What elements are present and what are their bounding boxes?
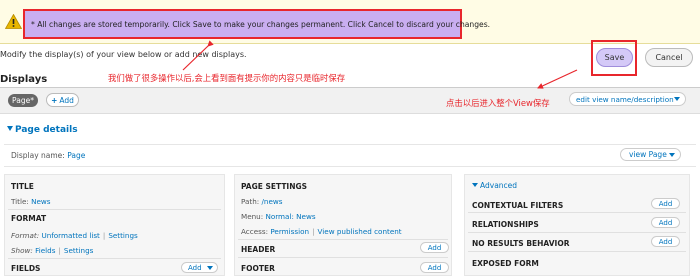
view-page-button[interactable]: view Page bbox=[620, 148, 681, 161]
annotation-note-1: 我们做了很多操作以后,会上看到面有提示你的内容只是临时保存 bbox=[108, 73, 346, 83]
divider bbox=[8, 209, 221, 210]
displays-title: Displays bbox=[0, 74, 48, 85]
divider bbox=[468, 212, 686, 213]
format-settings-link[interactable]: Settings bbox=[108, 231, 137, 240]
no-results-add-button[interactable]: Add bbox=[651, 236, 680, 247]
cancel-button[interactable]: Cancel bbox=[645, 48, 693, 67]
divider bbox=[8, 258, 221, 259]
save-button[interactable]: Save bbox=[596, 48, 633, 67]
path-setting: Path: /news bbox=[241, 197, 283, 206]
separator: | bbox=[58, 246, 61, 255]
show-setting: Show: Fields | Settings bbox=[11, 246, 93, 255]
edit-view-name-label: edit view name/description bbox=[576, 94, 674, 104]
title-setting: Title: News bbox=[11, 197, 51, 206]
unsaved-changes-message: * All changes are stored temporarily. Cl… bbox=[23, 9, 490, 39]
menu-label: Menu: bbox=[241, 212, 264, 221]
divider bbox=[238, 239, 448, 240]
chevron-down-icon bbox=[669, 153, 675, 157]
chevron-down-icon bbox=[207, 266, 213, 270]
contextual-filters-add-button[interactable]: Add bbox=[651, 198, 680, 209]
relationships-add-button[interactable]: Add bbox=[651, 217, 680, 228]
fields-add-label: Add bbox=[188, 263, 202, 272]
chevron-down-icon bbox=[674, 97, 680, 101]
arrow-to-save bbox=[537, 69, 578, 89]
access-setting: Access: Permission | View published conten… bbox=[241, 227, 402, 236]
triangle-down-icon bbox=[7, 126, 13, 131]
no-results-header: NO RESULTS BEHAVIOR bbox=[472, 239, 570, 248]
title-label: Title: bbox=[11, 197, 29, 206]
divider bbox=[468, 251, 686, 252]
add-display-button[interactable]: + Add bbox=[46, 93, 79, 107]
format-setting: Format: Unformatted list | Settings bbox=[11, 231, 138, 240]
header-add-button[interactable]: Add bbox=[420, 242, 449, 253]
footer-add-button[interactable]: Add bbox=[420, 262, 449, 273]
access-label: Access: bbox=[241, 227, 269, 236]
page-details-heading: Page details bbox=[15, 125, 78, 135]
advanced-label: Advanced bbox=[480, 181, 518, 190]
display-name-row bbox=[4, 144, 696, 167]
add-display-label: Add bbox=[59, 95, 74, 105]
format-section-header: FORMAT bbox=[11, 214, 47, 223]
footer-section-header: FOOTER bbox=[241, 264, 275, 273]
page-settings-header: PAGE SETTINGS bbox=[241, 182, 308, 191]
column-basic bbox=[4, 174, 225, 276]
warning-icon bbox=[5, 14, 22, 29]
advanced-toggle[interactable]: Advanced bbox=[472, 181, 517, 190]
separator: | bbox=[102, 231, 106, 240]
separator: | bbox=[312, 227, 315, 236]
format-label: Format: bbox=[11, 231, 40, 240]
show-fields-link[interactable]: Fields bbox=[35, 246, 55, 255]
display-name: Display name: Page bbox=[11, 151, 85, 160]
tab-page[interactable]: Page* bbox=[8, 94, 38, 107]
display-name-link[interactable]: Page bbox=[67, 151, 85, 160]
plus-icon: + bbox=[51, 95, 58, 105]
format-link[interactable]: Unformatted list bbox=[41, 231, 99, 240]
divider bbox=[238, 257, 448, 258]
path-link[interactable]: /news bbox=[262, 197, 283, 206]
title-section-header: TITLE bbox=[11, 182, 34, 191]
fields-add-button[interactable]: Add bbox=[181, 262, 218, 273]
divider bbox=[468, 232, 686, 233]
menu-link[interactable]: Normal: News bbox=[265, 212, 315, 221]
annotation-note-2: 点击以后进入整个View保存 bbox=[446, 98, 550, 108]
title-link[interactable]: News bbox=[31, 197, 50, 206]
fields-section-header: FIELDS bbox=[11, 264, 41, 273]
triangle-down-icon bbox=[472, 183, 478, 187]
path-label: Path: bbox=[241, 197, 260, 206]
show-settings-link[interactable]: Settings bbox=[64, 246, 93, 255]
display-name-label: Display name: bbox=[11, 151, 65, 160]
exposed-form-header: EXPOSED FORM bbox=[472, 259, 539, 268]
relationships-header: RELATIONSHIPS bbox=[472, 220, 539, 229]
menu-setting: Menu: Normal: News bbox=[241, 212, 316, 221]
access-link[interactable]: Permission bbox=[270, 227, 309, 236]
view-page-label: view Page bbox=[629, 150, 667, 159]
intro-text: Modify the display(s) of your view below… bbox=[0, 50, 247, 59]
page-details-toggle[interactable]: Page details bbox=[7, 125, 78, 135]
edit-view-name-button[interactable]: edit view name/description bbox=[569, 92, 686, 106]
contextual-filters-header: CONTEXTUAL FILTERS bbox=[472, 201, 564, 210]
show-label: Show: bbox=[11, 246, 33, 255]
header-section-header: HEADER bbox=[241, 245, 276, 254]
view-published-link[interactable]: View published content bbox=[318, 227, 402, 236]
